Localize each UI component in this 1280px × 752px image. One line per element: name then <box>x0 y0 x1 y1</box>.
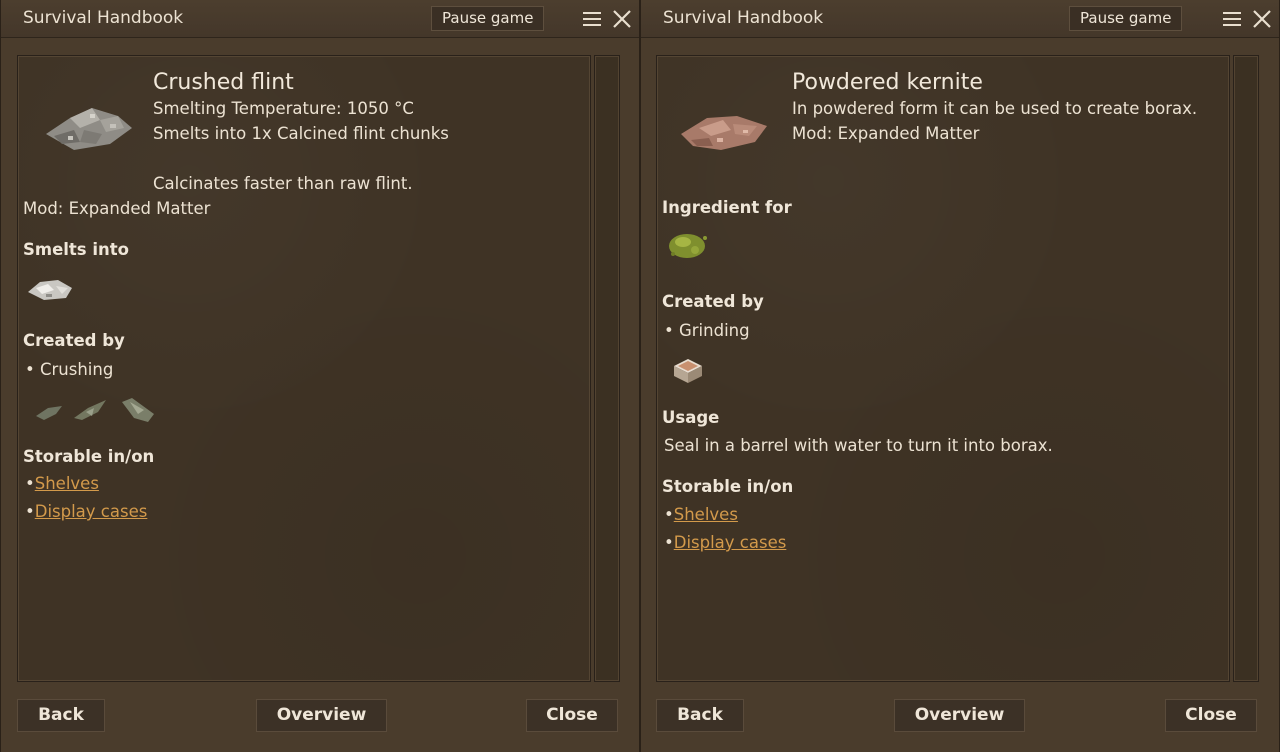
titlebar[interactable]: Survival Handbook Pause game <box>1 0 639 38</box>
created-by-heading: Created by <box>23 331 125 350</box>
pause-game-button[interactable]: Pause game <box>431 6 545 31</box>
usage-heading: Usage <box>662 408 720 427</box>
display-cases-link[interactable]: Display cases <box>674 533 787 552</box>
quern-icon[interactable] <box>671 354 705 386</box>
description-text: In powdered form it can be used to creat… <box>792 99 1198 118</box>
menu-icon[interactable] <box>581 8 603 30</box>
shelves-link[interactable]: Shelves <box>674 505 738 524</box>
scrollbar[interactable] <box>594 55 620 682</box>
overview-button[interactable]: Overview <box>256 699 387 732</box>
smelts-into-heading: Smelts into <box>23 240 130 259</box>
handbook-window-right: Survival Handbook Pause game Powdered ke… <box>640 0 1280 752</box>
created-by-item: • Grinding <box>664 321 750 340</box>
close-icon[interactable] <box>1251 8 1273 30</box>
pause-game-button[interactable]: Pause game <box>1069 6 1183 31</box>
close-icon[interactable] <box>611 8 633 30</box>
overview-button[interactable]: Overview <box>894 699 1025 732</box>
storable-item: •Shelves <box>664 505 738 524</box>
smelting-temperature: Smelting Temperature: 1050 °C <box>153 99 414 118</box>
mod-text: Mod: Expanded Matter <box>23 199 211 218</box>
window-title: Survival Handbook <box>23 8 184 28</box>
close-button[interactable]: Close <box>1165 699 1257 732</box>
smelts-into-text: Smelts into 1x Calcined flint chunks <box>153 124 449 143</box>
created-by-heading: Created by <box>662 292 764 311</box>
window-title: Survival Handbook <box>663 8 824 28</box>
mod-text: Mod: Expanded Matter <box>792 124 980 143</box>
storable-item: •Shelves <box>25 474 99 493</box>
crushed-flint-icon <box>46 108 132 150</box>
description-text: Calcinates faster than raw flint. <box>153 174 413 193</box>
green-powder-icon[interactable] <box>665 228 711 264</box>
calcined-flint-icon[interactable] <box>26 276 76 304</box>
display-cases-link[interactable]: Display cases <box>35 502 148 521</box>
powdered-kernite-icon <box>681 116 767 150</box>
storable-heading: Storable in/on <box>23 447 155 466</box>
handbook-window-left: Survival Handbook Pause game Crushed fli… <box>0 0 640 752</box>
handbook-content[interactable]: Crushed flint Smelting Temperature: 1050… <box>17 55 591 682</box>
storable-item: •Display cases <box>664 533 787 552</box>
titlebar[interactable]: Survival Handbook Pause game <box>641 0 1279 38</box>
created-by-item: • Crushing <box>25 360 114 379</box>
flint-tool-icon[interactable] <box>34 394 158 426</box>
back-button[interactable]: Back <box>656 699 744 732</box>
back-button[interactable]: Back <box>17 699 105 732</box>
item-title: Crushed flint <box>153 70 294 95</box>
item-title: Powdered kernite <box>792 70 983 95</box>
storable-heading: Storable in/on <box>662 477 794 496</box>
usage-text: Seal in a barrel with water to turn it i… <box>664 436 1053 455</box>
shelves-link[interactable]: Shelves <box>35 474 99 493</box>
menu-icon[interactable] <box>1221 8 1243 30</box>
ingredient-heading: Ingredient for <box>662 198 792 217</box>
handbook-content[interactable]: Powdered kernite In powdered form it can… <box>656 55 1230 682</box>
scrollbar[interactable] <box>1233 55 1259 682</box>
close-button[interactable]: Close <box>526 699 618 732</box>
storable-item: •Display cases <box>25 502 148 521</box>
